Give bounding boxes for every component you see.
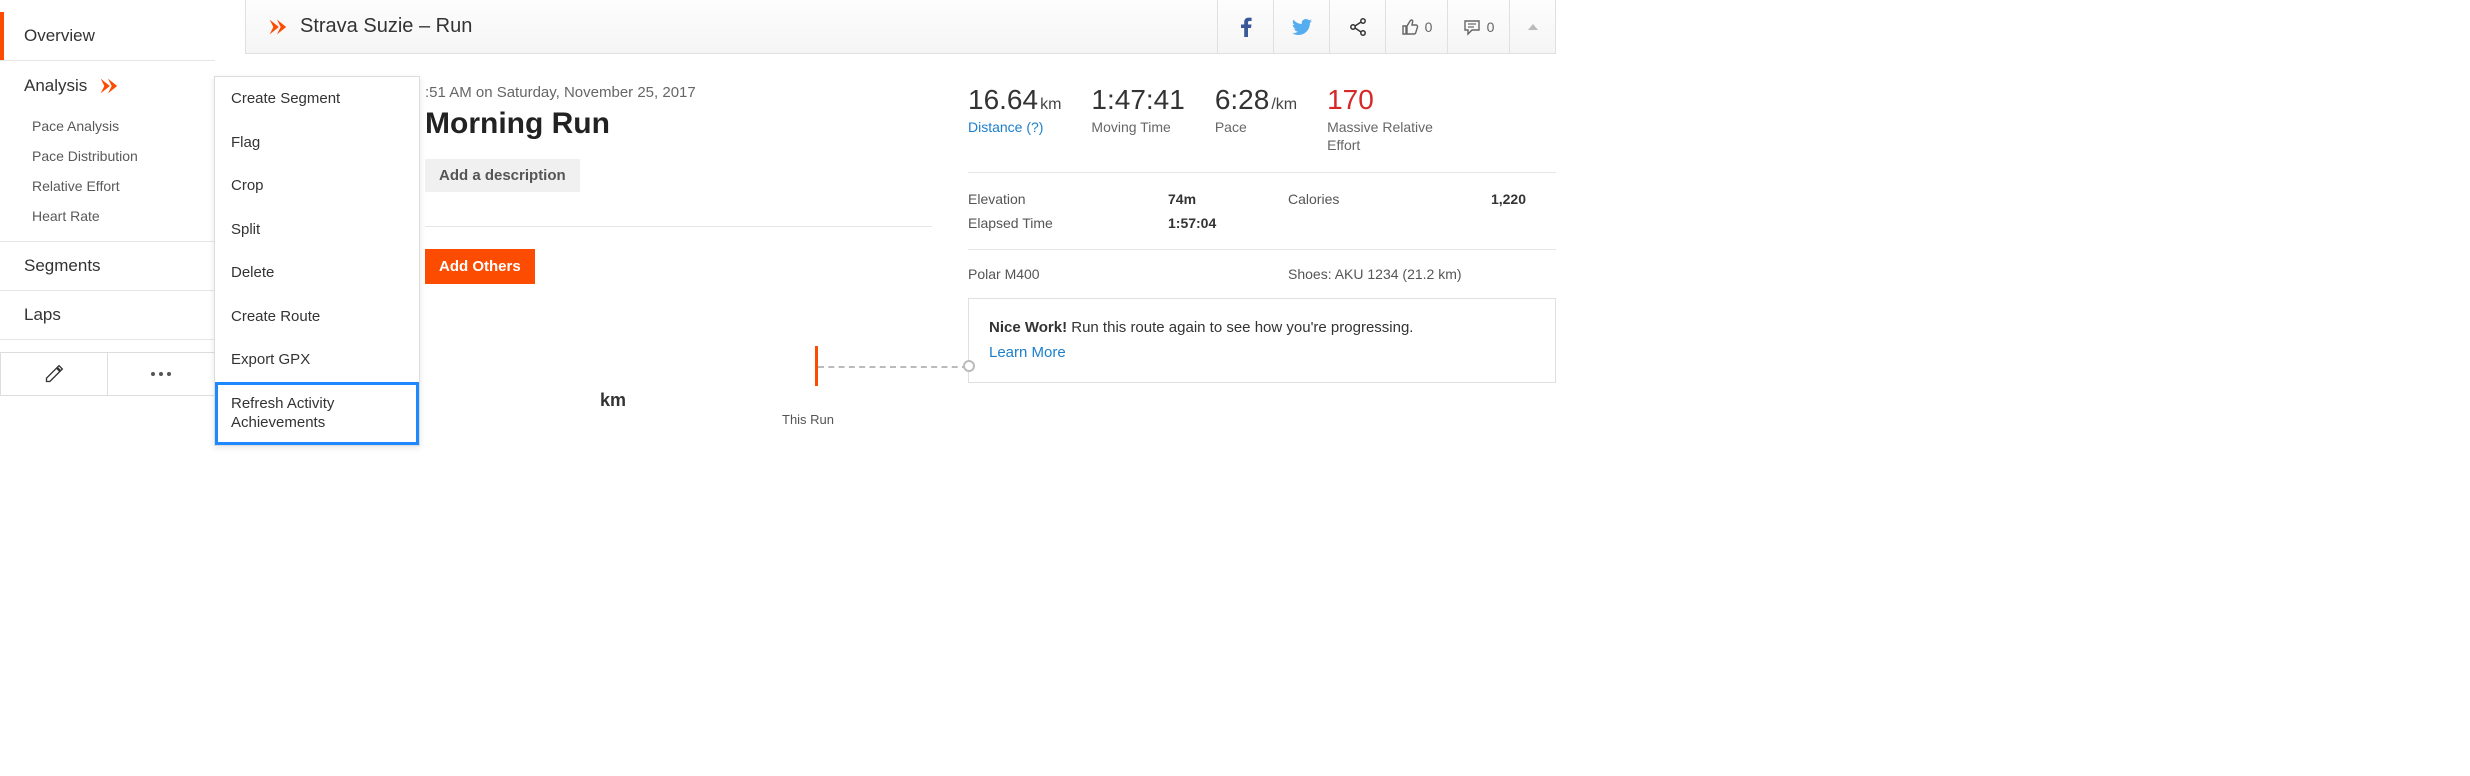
- km-label: km: [600, 390, 626, 411]
- elevation-label: Elevation: [968, 191, 1168, 207]
- divider: [425, 226, 932, 227]
- mid-stats: Elevation 74m Calories 1,220 Elapsed Tim…: [968, 172, 1556, 249]
- shoes-name: Shoes: AKU 1234 (21.2 km): [1288, 266, 1462, 282]
- nav-laps[interactable]: Laps: [0, 291, 215, 339]
- gear-row: Polar M400 Shoes: AKU 1234 (21.2 km): [968, 249, 1556, 298]
- activity-title: Morning Run: [425, 107, 932, 141]
- nav-heart-rate[interactable]: Heart Rate: [0, 201, 215, 231]
- pace-label: Pace: [1215, 118, 1297, 136]
- twitter-icon: [1292, 19, 1312, 35]
- ellipsis-icon: [151, 372, 171, 376]
- menu-flag[interactable]: Flag: [215, 121, 419, 165]
- chart-end-dot: [963, 360, 975, 372]
- menu-split[interactable]: Split: [215, 208, 419, 252]
- learn-more-link[interactable]: Learn More: [989, 342, 1066, 365]
- elapsed-value: 1:57:04: [1168, 215, 1288, 231]
- nav-overview[interactable]: Overview: [0, 12, 215, 60]
- facebook-share-button[interactable]: [1217, 0, 1273, 53]
- nice-work-box: Nice Work! Run this route again to see h…: [968, 298, 1556, 383]
- menu-refresh-achievements[interactable]: Refresh Activity Achievements: [215, 382, 419, 445]
- moving-time-value: 1:47:41: [1091, 84, 1184, 116]
- effort-label: Massive Relative Effort: [1327, 118, 1457, 154]
- add-description-button[interactable]: Add a description: [425, 159, 580, 192]
- calories-label: Calories: [1288, 191, 1448, 207]
- comments-count: 0: [1487, 19, 1495, 35]
- comment-icon: [1463, 18, 1481, 36]
- effort-value: 170: [1327, 84, 1457, 116]
- add-others-button[interactable]: Add Others: [425, 249, 535, 284]
- distance-value: 16.64: [968, 84, 1038, 115]
- moving-time-label: Moving Time: [1091, 118, 1184, 136]
- calories-value: 1,220: [1448, 191, 1556, 207]
- chart-caption: This Run: [782, 412, 834, 427]
- pace-value: 6:28: [1215, 84, 1270, 115]
- device-name: Polar M400: [968, 266, 1288, 282]
- nav-analysis-label: Analysis: [24, 76, 87, 96]
- menu-delete[interactable]: Delete: [215, 251, 419, 295]
- menu-crop[interactable]: Crop: [215, 164, 419, 208]
- facebook-icon: [1240, 17, 1252, 37]
- edit-button[interactable]: [1, 353, 108, 395]
- header-bar: Strava Suzie – Run 0 0: [245, 0, 1556, 54]
- elevation-value: 74m: [1168, 191, 1288, 207]
- elapsed-label: Elapsed Time: [968, 215, 1168, 231]
- nav-pace-analysis[interactable]: Pace Analysis: [0, 111, 215, 141]
- menu-export-gpx[interactable]: Export GPX: [215, 338, 419, 382]
- nice-work-bold: Nice Work!: [989, 319, 1067, 336]
- collapse-button[interactable]: [1509, 0, 1555, 53]
- pace-unit: /km: [1271, 96, 1297, 113]
- activity-timestamp: :51 AM on Saturday, November 25, 2017: [425, 84, 932, 101]
- kudos-button[interactable]: 0: [1385, 0, 1447, 53]
- progress-chart: km This Run: [425, 354, 932, 434]
- chevron-right-icon: [97, 75, 119, 97]
- pencil-icon: [44, 364, 64, 384]
- nav-segments[interactable]: Segments: [0, 242, 215, 290]
- nav-analysis[interactable]: Analysis: [0, 61, 215, 111]
- share-button[interactable]: [1329, 0, 1385, 53]
- top-stats: 16.64km Distance (?) 1:47:41 Moving Time…: [968, 84, 1556, 172]
- nav-relative-effort[interactable]: Relative Effort: [0, 171, 215, 201]
- sidebar: Overview Analysis Pace Analysis Pace Dis…: [0, 0, 215, 434]
- kudos-count: 0: [1425, 19, 1433, 35]
- thumbs-up-icon: [1401, 18, 1419, 36]
- twitter-share-button[interactable]: [1273, 0, 1329, 53]
- strava-icon: [266, 16, 288, 38]
- actions-dropdown: Create Segment Flag Crop Split Delete Cr…: [214, 76, 420, 446]
- share-icon: [1349, 18, 1367, 36]
- nav-pace-distribution[interactable]: Pace Distribution: [0, 141, 215, 171]
- chart-dashed-line: [818, 366, 968, 368]
- comments-button[interactable]: 0: [1447, 0, 1509, 53]
- distance-label-link[interactable]: Distance (?): [968, 118, 1061, 136]
- triangle-up-icon: [1527, 23, 1539, 31]
- menu-create-segment[interactable]: Create Segment: [215, 77, 419, 121]
- activity-header-title: Strava Suzie – Run: [300, 15, 472, 38]
- more-button[interactable]: [108, 353, 214, 395]
- bottom-actions: [0, 352, 215, 396]
- nice-work-text: Run this route again to see how you're p…: [1067, 319, 1413, 336]
- menu-create-route[interactable]: Create Route: [215, 295, 419, 339]
- distance-unit: km: [1040, 96, 1061, 113]
